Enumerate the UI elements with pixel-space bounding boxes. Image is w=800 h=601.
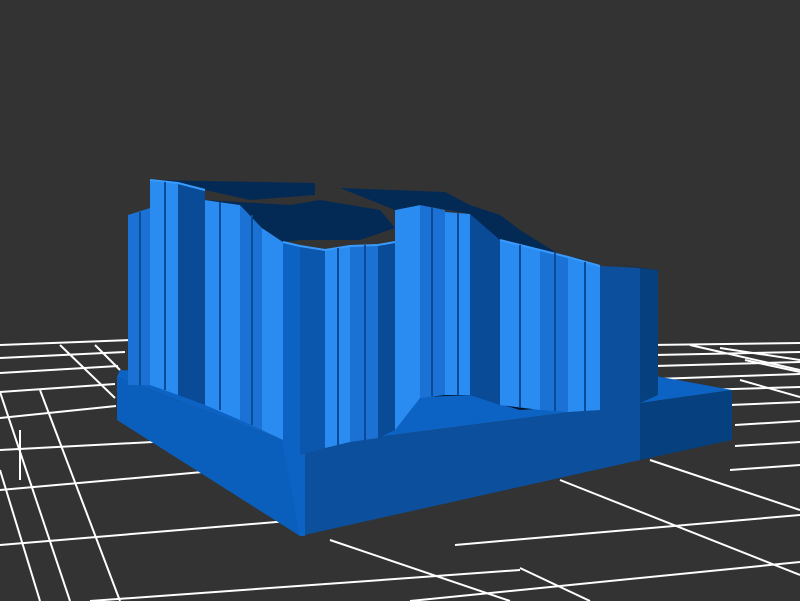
wall-segment [600, 266, 640, 410]
3d-model[interactable] [117, 179, 732, 536]
wall-segment [378, 242, 395, 438]
wall-segment [640, 268, 658, 403]
wall-segment [205, 200, 240, 420]
wall-segment [262, 228, 283, 440]
wall-segment [178, 183, 205, 405]
scene-canvas[interactable] [0, 0, 800, 601]
wall-segment [470, 214, 500, 405]
front-wall-face [300, 247, 325, 455]
3d-viewport[interactable] [0, 0, 800, 601]
wall-segment [395, 205, 420, 430]
